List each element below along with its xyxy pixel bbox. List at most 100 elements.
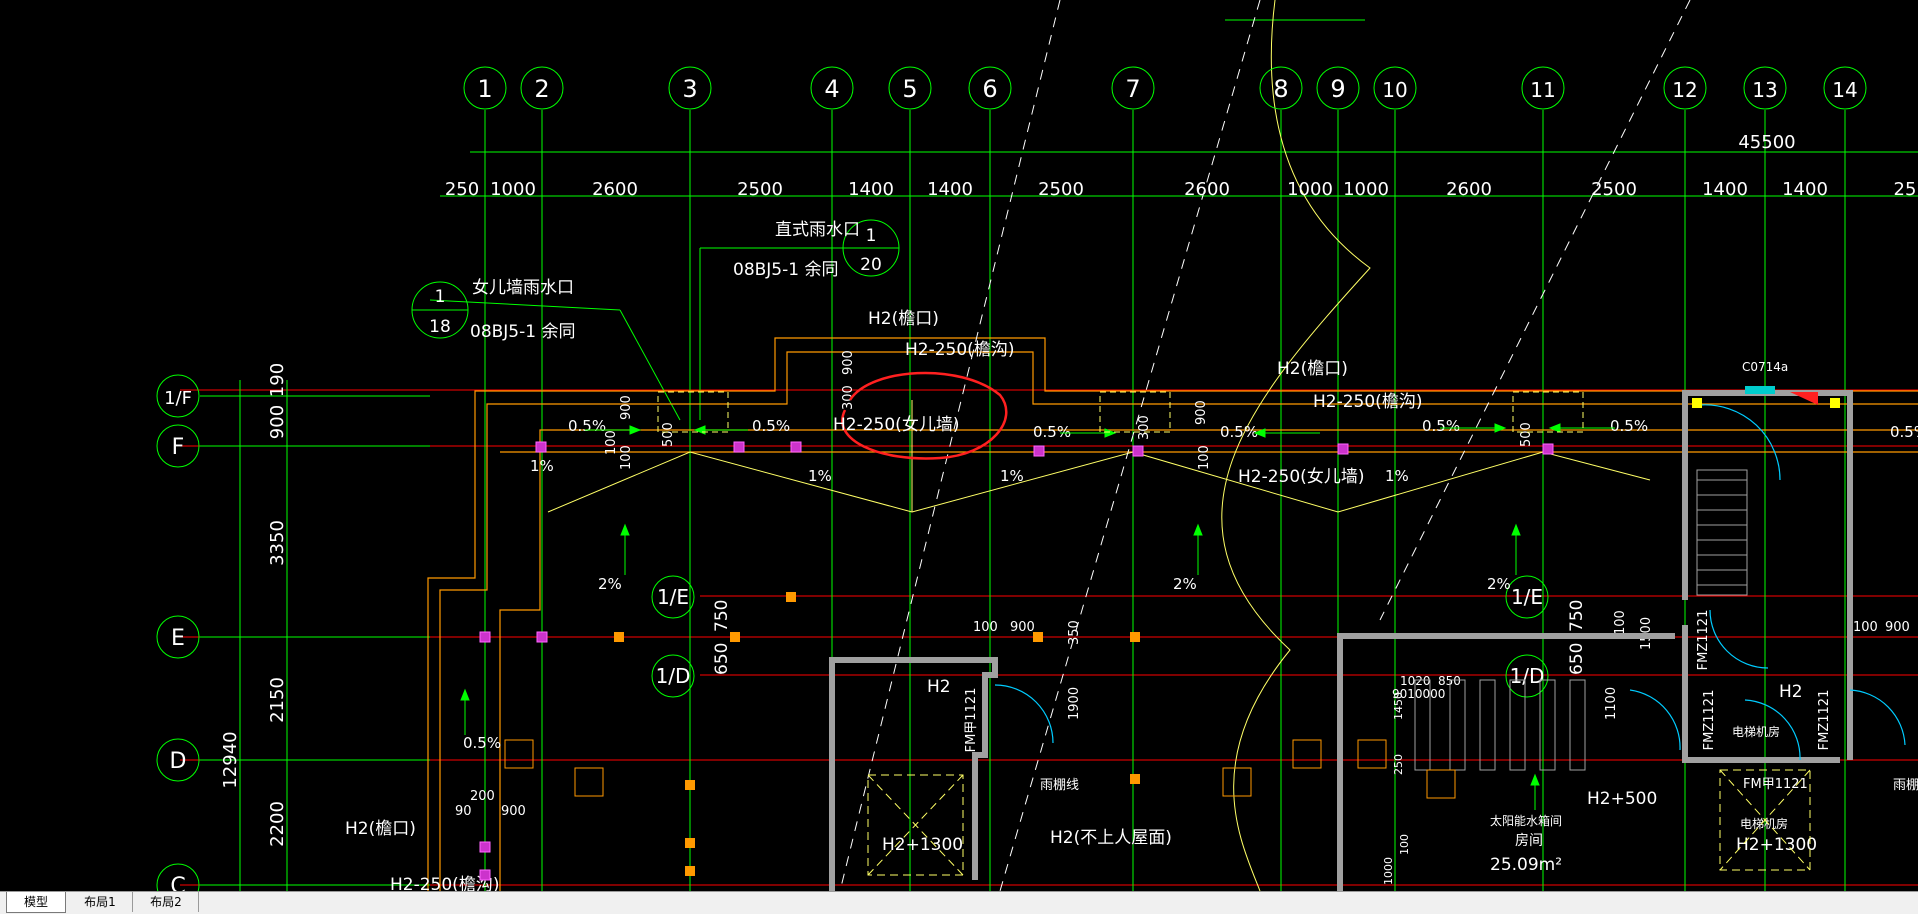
- svg-text:500: 500: [661, 422, 676, 447]
- svg-text:1%: 1%: [808, 467, 832, 485]
- svg-text:1%: 1%: [1000, 467, 1024, 485]
- svg-text:1000: 1000: [490, 179, 536, 200]
- axis-labels-top: 1 2 3 4 5 6 7 8 9 10 11 12 13 14: [477, 75, 1857, 103]
- svg-text:12940: 12940: [220, 731, 241, 788]
- svg-text:H2: H2: [1779, 682, 1803, 702]
- svg-text:FMZ1121: FMZ1121: [1817, 690, 1832, 751]
- svg-text:1: 1: [435, 287, 446, 307]
- svg-text:H2-250(女儿墙): H2-250(女儿墙): [1238, 467, 1364, 487]
- svg-text:0.5%: 0.5%: [752, 417, 790, 435]
- svg-text:08BJ5-1 余同: 08BJ5-1 余同: [470, 322, 575, 342]
- svg-text:850: 850: [1438, 674, 1461, 688]
- svg-text:650: 650: [1567, 643, 1587, 675]
- svg-text:H2-250(檐沟): H2-250(檐沟): [1313, 392, 1422, 412]
- svg-text:0.5%: 0.5%: [568, 417, 606, 435]
- svg-text:25: 25: [1894, 179, 1917, 200]
- svg-text:25.09m²: 25.09m²: [1490, 855, 1562, 875]
- axis-label: 3: [682, 75, 697, 103]
- tab-model[interactable]: 模型: [6, 892, 66, 913]
- dimension-text-top: 45500 250 1000 2600 2500 1400 1400 2500 …: [445, 132, 1917, 200]
- svg-text:0.5%: 0.5%: [1033, 423, 1071, 441]
- svg-text:200: 200: [470, 789, 495, 804]
- svg-text:0.5%: 0.5%: [1610, 417, 1648, 435]
- svg-text:H2+1300: H2+1300: [882, 835, 963, 855]
- svg-text:250: 250: [445, 179, 479, 200]
- svg-text:H2(不上人屋面): H2(不上人屋面): [1050, 828, 1172, 848]
- svg-text:2600: 2600: [1184, 179, 1230, 200]
- svg-text:2500: 2500: [1591, 179, 1637, 200]
- svg-text:900: 900: [1885, 620, 1910, 635]
- svg-text:1000: 1000: [1382, 857, 1395, 885]
- axis-label: 6: [982, 75, 997, 103]
- svg-text:1/D: 1/D: [1510, 664, 1545, 688]
- svg-text:2150: 2150: [267, 677, 288, 723]
- door-labels: FM甲1121 FMZ1121 FMZ1121 FMZ1121: [964, 610, 1832, 753]
- svg-text:FM甲1121: FM甲1121: [1743, 777, 1808, 792]
- svg-text:1/E: 1/E: [657, 585, 689, 609]
- svg-text:2%: 2%: [1487, 575, 1511, 593]
- svg-text:100: 100: [604, 430, 619, 455]
- svg-text:1400: 1400: [1782, 179, 1828, 200]
- tab-layout-1[interactable]: 布局1: [68, 892, 133, 912]
- svg-text:H2(檐口): H2(檐口): [868, 309, 939, 329]
- svg-text:100: 100: [1613, 610, 1628, 635]
- svg-text:1/E: 1/E: [1511, 585, 1543, 609]
- svg-text:750: 750: [1567, 600, 1587, 632]
- svg-text:1400: 1400: [1702, 179, 1748, 200]
- svg-text:1450: 1450: [1392, 692, 1405, 720]
- dim-total: 45500: [1738, 132, 1795, 153]
- svg-text:190: 190: [267, 363, 288, 397]
- svg-text:太阳能水箱间: 太阳能水箱间: [1490, 813, 1562, 828]
- svg-text:900: 900: [619, 395, 634, 420]
- svg-text:2600: 2600: [1446, 179, 1492, 200]
- axis-label: 12: [1672, 78, 1697, 102]
- axis-label: 7: [1125, 75, 1140, 103]
- svg-text:0.5%: 0.5%: [463, 734, 501, 752]
- svg-text:女儿墙雨水口: 女儿墙雨水口: [472, 278, 574, 298]
- axis-label: E: [171, 626, 185, 651]
- drawing-canvas[interactable]: 1 2 3 4 5 6 7 8 9 10 11 12 13 14 1/F F E…: [0, 0, 1918, 891]
- axis-labels-left: 1/F F E D C: [164, 388, 192, 891]
- svg-text:直式雨水口: 直式雨水口: [775, 220, 860, 240]
- cad-model-space[interactable]: 1 2 3 4 5 6 7 8 9 10 11 12 13 14 1/F F E…: [0, 0, 1918, 891]
- svg-text:18: 18: [429, 317, 451, 337]
- svg-text:350: 350: [1067, 620, 1082, 645]
- svg-text:100: 100: [1197, 445, 1212, 470]
- svg-text:1/D: 1/D: [656, 664, 691, 688]
- axis-label: D: [170, 749, 187, 774]
- svg-text:1%: 1%: [1385, 467, 1409, 485]
- svg-text:H2-250(檐沟): H2-250(檐沟): [905, 340, 1014, 360]
- svg-text:H2: H2: [927, 677, 951, 697]
- svg-text:房间: 房间: [1515, 833, 1543, 849]
- svg-text:雨棚线: 雨棚线: [1893, 778, 1918, 793]
- dimension-text-left: 190 900 3350 2150 2200 12940: [220, 363, 288, 847]
- svg-text:90: 90: [455, 804, 472, 819]
- axis-label: 2: [534, 75, 549, 103]
- stair-treads: [1696, 469, 1748, 596]
- tab-layout-2[interactable]: 布局2: [134, 892, 199, 912]
- svg-text:1000: 1000: [1287, 179, 1333, 200]
- svg-text:H2(檐口): H2(檐口): [1277, 359, 1348, 379]
- axis-label: F: [172, 435, 185, 460]
- svg-text:2%: 2%: [598, 575, 622, 593]
- svg-text:250: 250: [1392, 754, 1405, 775]
- svg-text:电梯机房: 电梯机房: [1732, 724, 1780, 739]
- axis-label: 11: [1530, 78, 1555, 102]
- svg-text:650: 650: [712, 643, 732, 675]
- svg-text:900: 900: [1010, 620, 1035, 635]
- svg-text:FMZ1121: FMZ1121: [1702, 690, 1717, 751]
- svg-text:100: 100: [619, 445, 634, 470]
- markup-label: H2-250(女儿墙): [833, 415, 959, 435]
- layout-tab-bar: 模型 布局1 布局2: [0, 891, 1918, 914]
- svg-text:300: 300: [1137, 415, 1152, 440]
- svg-text:900: 900: [1194, 400, 1209, 425]
- svg-text:C0714a: C0714a: [1742, 360, 1788, 374]
- svg-text:H2+500: H2+500: [1587, 789, 1657, 809]
- svg-text:1400: 1400: [927, 179, 973, 200]
- axis-label: 14: [1832, 78, 1857, 102]
- svg-text:900: 900: [841, 350, 856, 375]
- svg-text:500: 500: [1519, 422, 1534, 447]
- window-marker: [1745, 386, 1775, 394]
- svg-text:0.5%: 0.5%: [1422, 417, 1460, 435]
- svg-text:1400: 1400: [848, 179, 894, 200]
